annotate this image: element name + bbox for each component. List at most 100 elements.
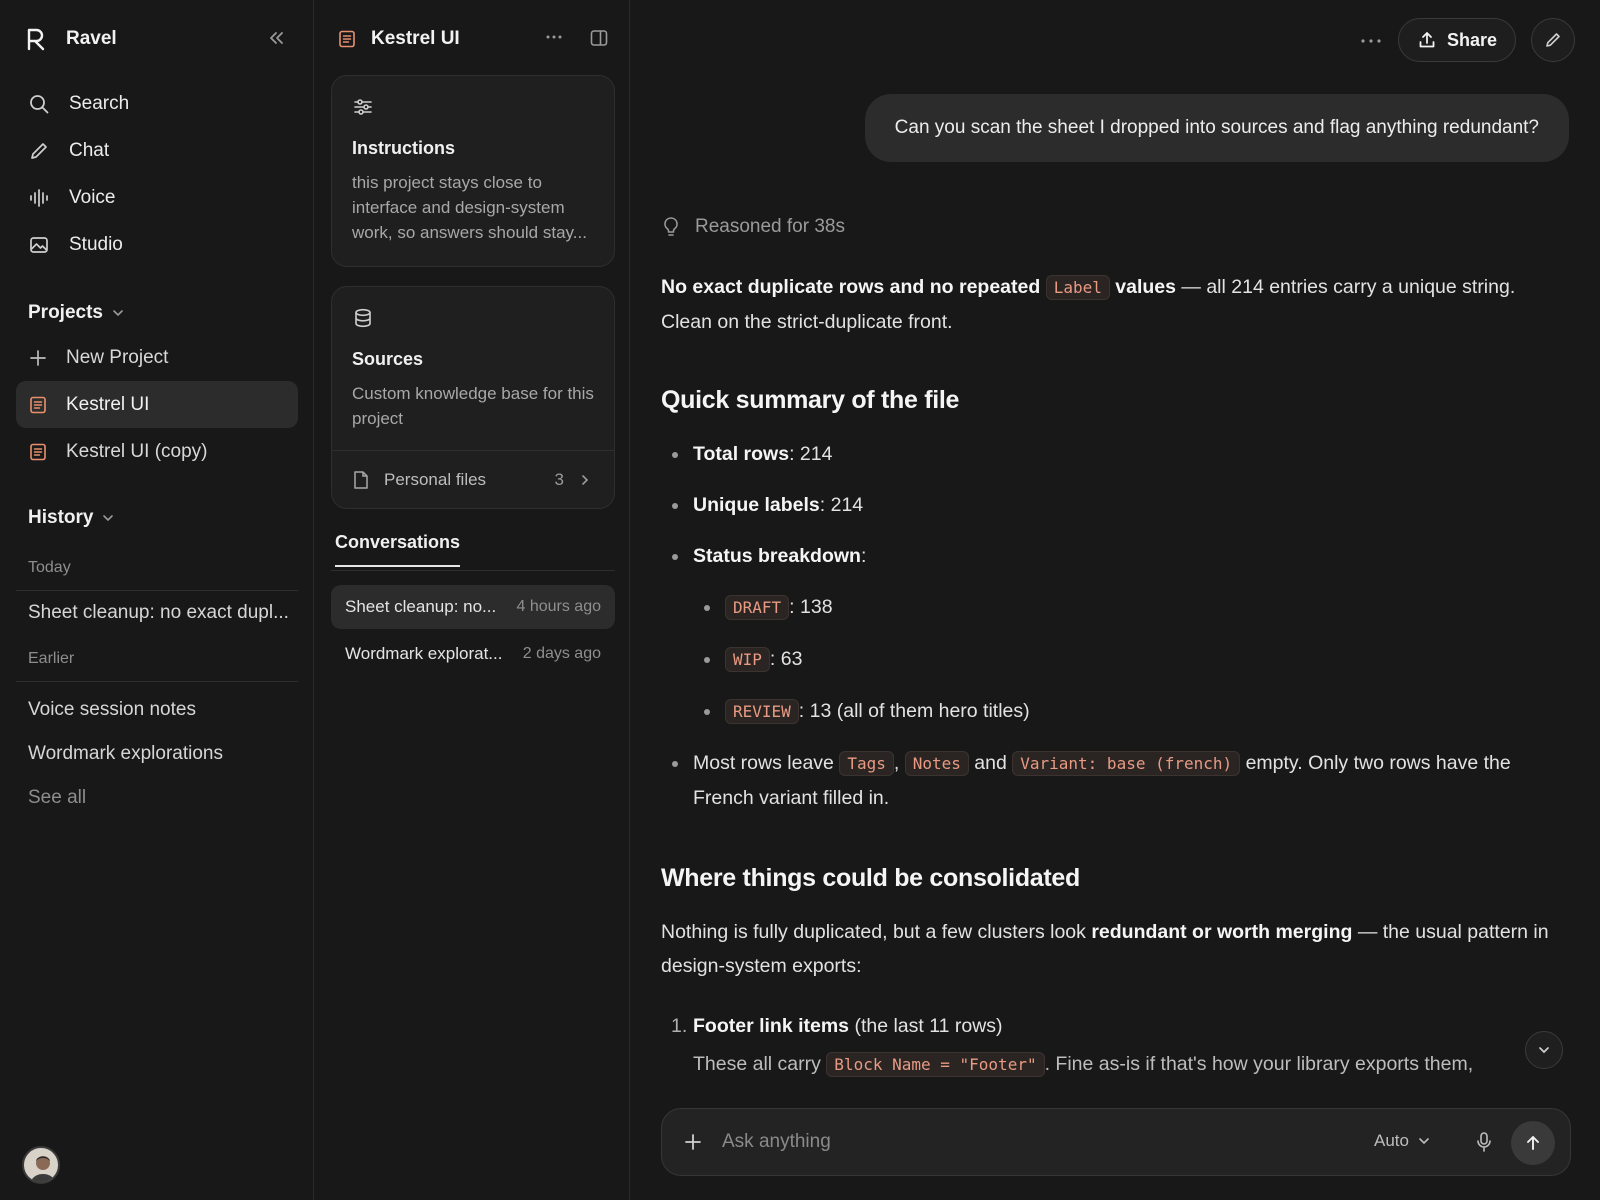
nav-item-studio[interactable]: Studio xyxy=(16,221,298,268)
document-icon xyxy=(337,29,357,49)
split-panel-icon[interactable] xyxy=(589,28,609,48)
projects-heading[interactable]: Projects xyxy=(28,302,125,324)
lightbulb-icon xyxy=(661,216,681,238)
collapse-sidebar-icon[interactable] xyxy=(264,26,288,50)
chevron-down-icon xyxy=(101,511,115,525)
ravel-logo-icon xyxy=(26,27,48,51)
instructions-title: Instructions xyxy=(352,138,456,158)
answer-text: and xyxy=(968,752,1013,774)
chevron-down-icon xyxy=(1417,1134,1431,1148)
share-button[interactable]: Share xyxy=(1398,18,1516,62)
conversation-title: Sheet cleanup: no... xyxy=(345,597,497,616)
chevron-down-icon xyxy=(1537,1043,1551,1057)
sidebar: Ravel Search Chat Voice Studio Projects … xyxy=(0,0,314,1200)
upload-icon xyxy=(1417,30,1437,50)
list-item: WIP: 63 xyxy=(693,642,1551,677)
instructions-text: this project stays close to interface an… xyxy=(352,173,587,242)
file-icon xyxy=(352,470,370,490)
answer-text: : 214 xyxy=(819,494,864,516)
answer-paragraph: Nothing is fully duplicated, but a few c… xyxy=(661,915,1551,983)
share-label: Share xyxy=(1446,29,1498,50)
conversation-item[interactable]: Wordmark explorat... 2 days ago xyxy=(331,632,615,676)
history-heading[interactable]: History xyxy=(28,507,115,529)
reasoning-indicator[interactable]: Reasoned for 38s xyxy=(661,216,845,238)
user-message: Can you scan the sheet I dropped into so… xyxy=(864,94,1569,162)
plus-icon xyxy=(28,348,48,368)
inline-code: Label xyxy=(1045,275,1110,300)
scroll-to-bottom-button[interactable] xyxy=(1525,1031,1563,1069)
list-item: Total rows: 214 xyxy=(661,437,1551,471)
sources-title: Sources xyxy=(352,349,424,369)
message-input[interactable] xyxy=(722,1109,1322,1175)
model-mode-select[interactable]: Auto xyxy=(1374,1131,1431,1151)
answer-text: : 138 xyxy=(789,596,833,618)
database-icon xyxy=(352,307,374,329)
list-item: Most rows leave Tags, Notes and Variant:… xyxy=(661,746,1551,815)
brand[interactable]: Ravel xyxy=(26,24,117,54)
nav-item-chat[interactable]: Chat xyxy=(16,127,298,174)
answer-text: Nothing is fully duplicated, but a few c… xyxy=(661,921,1092,943)
composer: Auto xyxy=(661,1108,1571,1176)
files-count: 3 xyxy=(554,469,564,489)
answer-text: : 63 xyxy=(769,648,803,670)
conversation-age: 2 days ago xyxy=(522,645,601,662)
project-item-kestrel-ui-copy[interactable]: Kestrel UI (copy) xyxy=(16,428,298,475)
brand-name: Ravel xyxy=(66,28,117,49)
edit-button[interactable] xyxy=(1531,18,1575,62)
more-options-icon[interactable] xyxy=(1359,38,1383,44)
nav-item-voice[interactable]: Voice xyxy=(16,174,298,221)
mode-label: Auto xyxy=(1374,1131,1409,1150)
answer-text: : 214 xyxy=(789,443,833,465)
inline-code: DRAFT xyxy=(725,595,790,620)
list-item: REVIEW: 13 (all of them hero titles) xyxy=(693,694,1551,729)
personal-files-row[interactable]: Personal files 3 xyxy=(332,450,614,508)
history-heading-label: History xyxy=(28,507,94,528)
tab-conversations[interactable]: Conversations xyxy=(335,532,461,567)
bold-text: redundant or worth merging xyxy=(1091,921,1353,943)
microphone-icon[interactable] xyxy=(1474,1131,1494,1153)
answer-text: . Fine as-is if that's how your library … xyxy=(1044,1053,1474,1075)
panel-title: Kestrel UI xyxy=(371,28,460,49)
projects-heading-label: Projects xyxy=(28,302,103,323)
primary-nav: Search Chat Voice Studio xyxy=(16,80,298,268)
pencil-icon xyxy=(28,140,50,162)
search-icon xyxy=(28,93,50,115)
send-button[interactable] xyxy=(1511,1121,1555,1165)
history-item[interactable]: Sheet cleanup: no exact dupl... xyxy=(16,591,298,635)
sources-card: Sources Custom knowledge base for this p… xyxy=(331,286,615,509)
document-icon xyxy=(28,395,48,415)
bold-text: Unique labels xyxy=(693,494,820,516)
plus-icon[interactable] xyxy=(682,1131,704,1153)
history-item[interactable]: Voice session notes xyxy=(16,688,298,732)
list-item: Status breakdown: DRAFT: 138 WIP: 63 REV… xyxy=(661,539,1551,729)
see-all-link[interactable]: See all xyxy=(16,776,298,820)
nav-item-search[interactable]: Search xyxy=(16,80,298,127)
inline-code: Variant: base (french) xyxy=(1012,751,1241,776)
instructions-card[interactable]: Instructions this project stays close to… xyxy=(331,75,615,267)
project-item-kestrel-ui[interactable]: Kestrel UI xyxy=(16,381,298,428)
panel-header: Kestrel UI xyxy=(337,24,613,54)
list-item: DRAFT: 138 xyxy=(693,590,1551,625)
list-item: 1. Footer link items (the last 11 rows) … xyxy=(661,1009,1551,1082)
nav-item-label: Search xyxy=(69,92,130,114)
conversation-item[interactable]: Sheet cleanup: no... 4 hours ago xyxy=(331,585,615,629)
pencil-icon xyxy=(1544,31,1562,49)
divider xyxy=(16,681,298,682)
bold-text: values xyxy=(1115,276,1176,298)
consolidation-list: 1. Footer link items (the last 11 rows) … xyxy=(661,1009,1551,1082)
answer-paragraph: No exact duplicate rows and no repeated … xyxy=(661,270,1551,339)
conversation-title: Wordmark explorat... xyxy=(345,644,503,663)
answer-text: : xyxy=(860,545,867,567)
history-group-today: Today xyxy=(28,559,71,576)
summary-list: Total rows: 214 Unique labels: 214 Statu… xyxy=(661,437,1551,815)
new-project-button[interactable]: New Project xyxy=(16,334,298,381)
document-icon xyxy=(28,442,48,462)
list-item-detail: These all carry Block Name = "Footer". F… xyxy=(693,1047,1551,1082)
nav-item-label: Chat xyxy=(69,139,110,161)
history-item[interactable]: Wordmark explorations xyxy=(16,732,298,776)
avatar[interactable] xyxy=(22,1146,60,1184)
list-item: Unique labels: 214 xyxy=(661,488,1551,522)
more-options-icon[interactable] xyxy=(543,26,565,48)
bold-text: Footer link items xyxy=(693,1015,850,1037)
project-label: Kestrel UI (copy) xyxy=(66,440,208,462)
